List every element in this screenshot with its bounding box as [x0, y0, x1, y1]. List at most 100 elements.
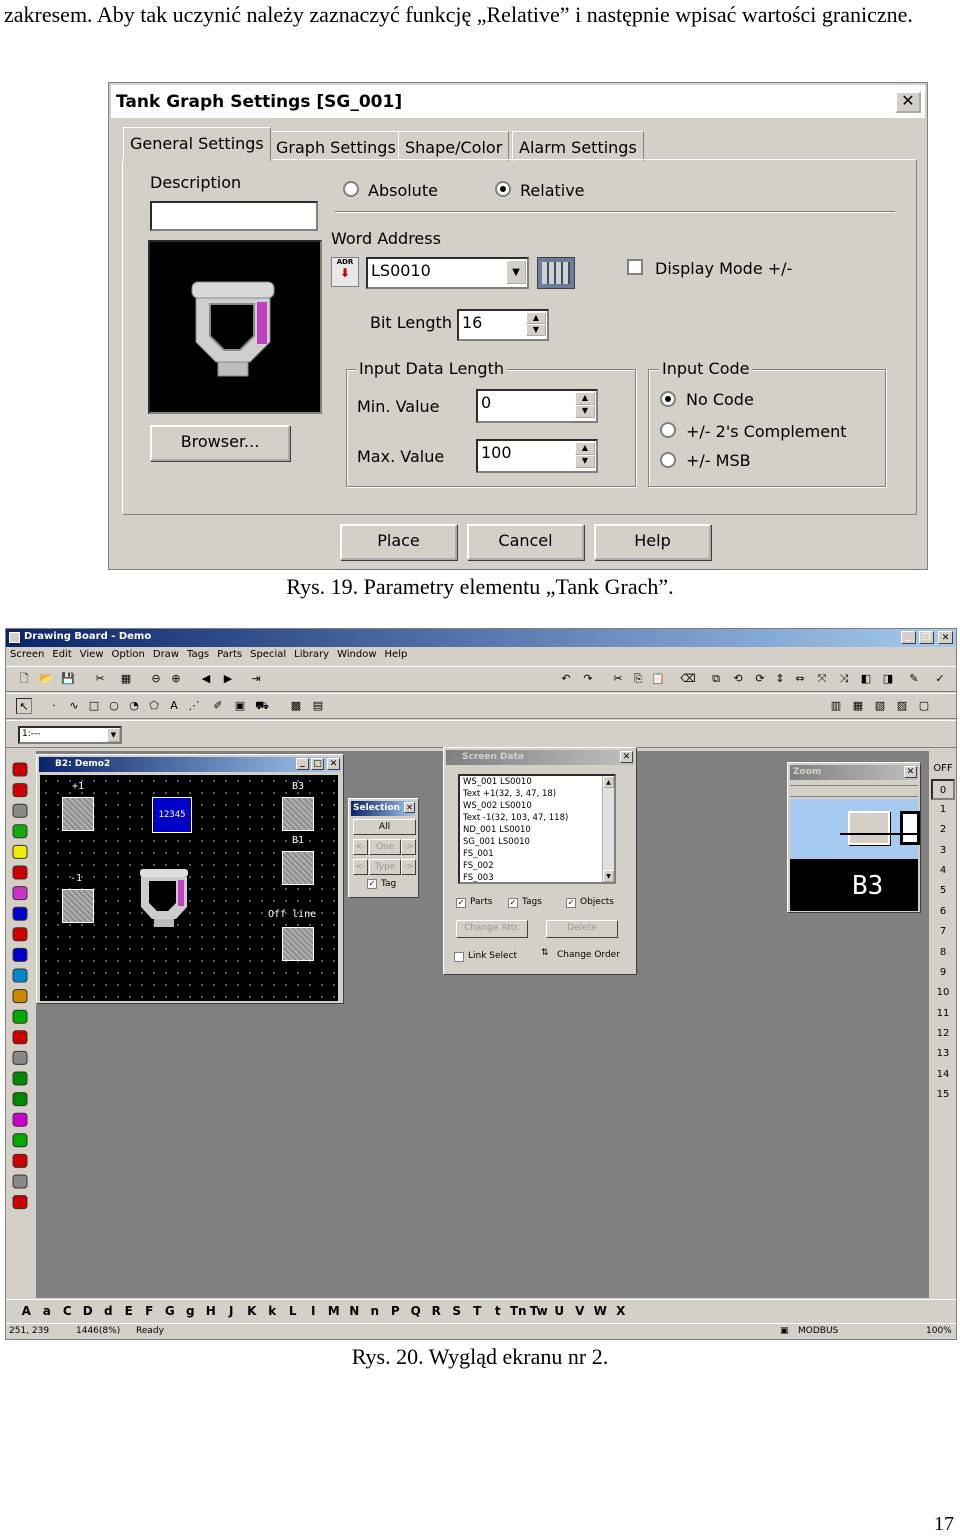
menu-item-draw[interactable]: Draw [149, 647, 183, 660]
part-tool-icon[interactable] [12, 783, 28, 798]
change-attr-button[interactable]: Change Attr. [456, 920, 528, 938]
tags-checkbox[interactable]: ✓ [508, 898, 518, 908]
paste-icon[interactable]: 📋 [650, 671, 666, 687]
font-button[interactable]: V [570, 1300, 591, 1322]
bit-switch-b3[interactable] [282, 797, 314, 831]
layer-icon[interactable]: ◧ [858, 671, 874, 687]
part-tool-icon[interactable] [12, 989, 28, 1004]
font-button[interactable]: S [447, 1300, 468, 1322]
part-tool-icon[interactable] [12, 927, 28, 942]
font-button[interactable]: C [57, 1300, 78, 1322]
part-tool-icon[interactable] [12, 1153, 28, 1168]
layer-item[interactable]: 14 [931, 1065, 955, 1085]
menu-item-window[interactable]: Window [333, 647, 380, 660]
text-icon[interactable]: A [166, 698, 182, 714]
screen-canvas[interactable]: +1 12345 B3 B1 -1 Off line [40, 775, 338, 1001]
spin-up-icon[interactable]: ▲ [575, 392, 595, 405]
eraser-icon[interactable]: ⌫ [680, 671, 696, 687]
image-icon[interactable]: ▣ [232, 698, 248, 714]
new-file-icon[interactable]: 🗋 [16, 671, 32, 687]
layer-select[interactable]: 1:--- ▼ [18, 726, 122, 744]
select-type-prev[interactable]: <- [353, 859, 368, 875]
font-button[interactable]: L [283, 1300, 304, 1322]
display-mode-checkbox[interactable] [627, 259, 643, 275]
list-item[interactable]: FS_003 [463, 872, 614, 882]
menu-item-help[interactable]: Help [381, 647, 412, 660]
twos-complement-radio[interactable] [660, 422, 676, 438]
bmp-icon[interactable]: ⛟ [254, 698, 270, 714]
layer-item[interactable]: 7 [931, 922, 955, 942]
cancel-button[interactable]: Cancel [467, 524, 584, 560]
spin-down-icon[interactable]: ▼ [575, 405, 595, 418]
close-icon[interactable]: ✕ [620, 751, 633, 763]
font-button[interactable]: D [78, 1300, 99, 1322]
font-button[interactable]: H [201, 1300, 222, 1322]
tab-alarm-settings[interactable]: Alarm Settings [512, 131, 644, 161]
close-icon[interactable]: ✕ [404, 802, 415, 813]
list-item[interactable]: WS_002 LS0010 [463, 800, 614, 812]
spin-up-icon[interactable]: ▲ [575, 442, 595, 455]
max-value-input[interactable]: 100 ▲ ▼ [476, 439, 598, 473]
layer-item[interactable]: 0 [931, 779, 955, 800]
layer-item[interactable]: 4 [931, 861, 955, 881]
rectangle-icon[interactable]: □ [86, 698, 102, 714]
parts-checkbox[interactable]: ✓ [456, 898, 466, 908]
font-button[interactable]: I [303, 1300, 324, 1322]
font-button[interactable]: F [139, 1300, 160, 1322]
font-button[interactable]: J [221, 1300, 242, 1322]
browser-button[interactable]: Browser... [150, 425, 290, 461]
tab-general-settings[interactable]: General Settings [123, 127, 271, 161]
font-button[interactable]: G [160, 1300, 181, 1322]
menu-item-parts[interactable]: Parts [213, 647, 246, 660]
link-select-checkbox[interactable] [454, 952, 464, 962]
layer-item[interactable]: 13 [931, 1044, 955, 1064]
save-icon[interactable]: 💾 [60, 671, 76, 687]
select-all-button[interactable]: All [353, 819, 416, 835]
part-tool-icon[interactable] [12, 1030, 28, 1045]
part-tool-icon[interactable] [12, 1050, 28, 1065]
group-icon[interactable]: ⧉ [708, 671, 724, 687]
list-scrollbar[interactable]: ▲ ▼ [602, 776, 614, 882]
undo-icon[interactable]: ↶ [558, 671, 574, 687]
view-1-icon[interactable]: ▥ [828, 698, 844, 714]
menu-item-option[interactable]: Option [108, 647, 149, 660]
chevron-down-icon[interactable]: ▼ [107, 728, 120, 742]
part-tool-icon[interactable] [12, 968, 28, 983]
circle-icon[interactable]: ○ [106, 698, 122, 714]
list-item[interactable]: SG_001 LS0010 [463, 836, 614, 848]
menu-item-edit[interactable]: Edit [48, 647, 75, 660]
font-button[interactable]: U [549, 1300, 570, 1322]
parts-icon[interactable]: ▩ [288, 698, 304, 714]
redo-icon[interactable]: ↷ [580, 671, 596, 687]
font-button[interactable]: d [98, 1300, 119, 1322]
part-tool-icon[interactable] [12, 1195, 28, 1210]
keypad-icon[interactable] [537, 257, 575, 289]
part-tool-icon[interactable] [12, 844, 28, 859]
list-item[interactable]: FS_002 [463, 860, 614, 872]
flip-vertical-icon[interactable]: ⇕ [772, 671, 788, 687]
rotate-icon[interactable]: ⟲ [730, 671, 746, 687]
front-icon[interactable]: ◨ [880, 671, 896, 687]
word-address-input[interactable]: LS0010 ▼ [366, 257, 529, 289]
layer-item[interactable]: 15 [931, 1085, 955, 1105]
font-button[interactable]: M [324, 1300, 345, 1322]
help-button[interactable]: Help [594, 524, 711, 560]
list-item[interactable]: FS_001 [463, 848, 614, 860]
part-tool-icon[interactable] [12, 1112, 28, 1127]
align-icon[interactable]: ⤧ [814, 671, 830, 687]
font-button[interactable]: W [590, 1300, 611, 1322]
select-one-button[interactable]: One [369, 839, 401, 855]
select-type-button[interactable]: Type [369, 859, 401, 875]
font-button[interactable]: K [242, 1300, 263, 1322]
part-tool-icon[interactable] [12, 1092, 28, 1107]
description-input[interactable] [150, 201, 318, 231]
word-switch-1[interactable] [62, 797, 94, 831]
layer-item[interactable]: 1 [931, 800, 955, 820]
pencil-icon[interactable]: ✎ [906, 671, 922, 687]
change-order-icon[interactable]: ⇅ [541, 948, 549, 958]
part-tool-icon[interactable] [12, 947, 28, 962]
place-button[interactable]: Place [340, 524, 457, 560]
view-5-icon[interactable]: ▢ [916, 698, 932, 714]
part-tool-icon[interactable] [12, 1009, 28, 1024]
layer-item[interactable]: OFF [931, 759, 955, 779]
